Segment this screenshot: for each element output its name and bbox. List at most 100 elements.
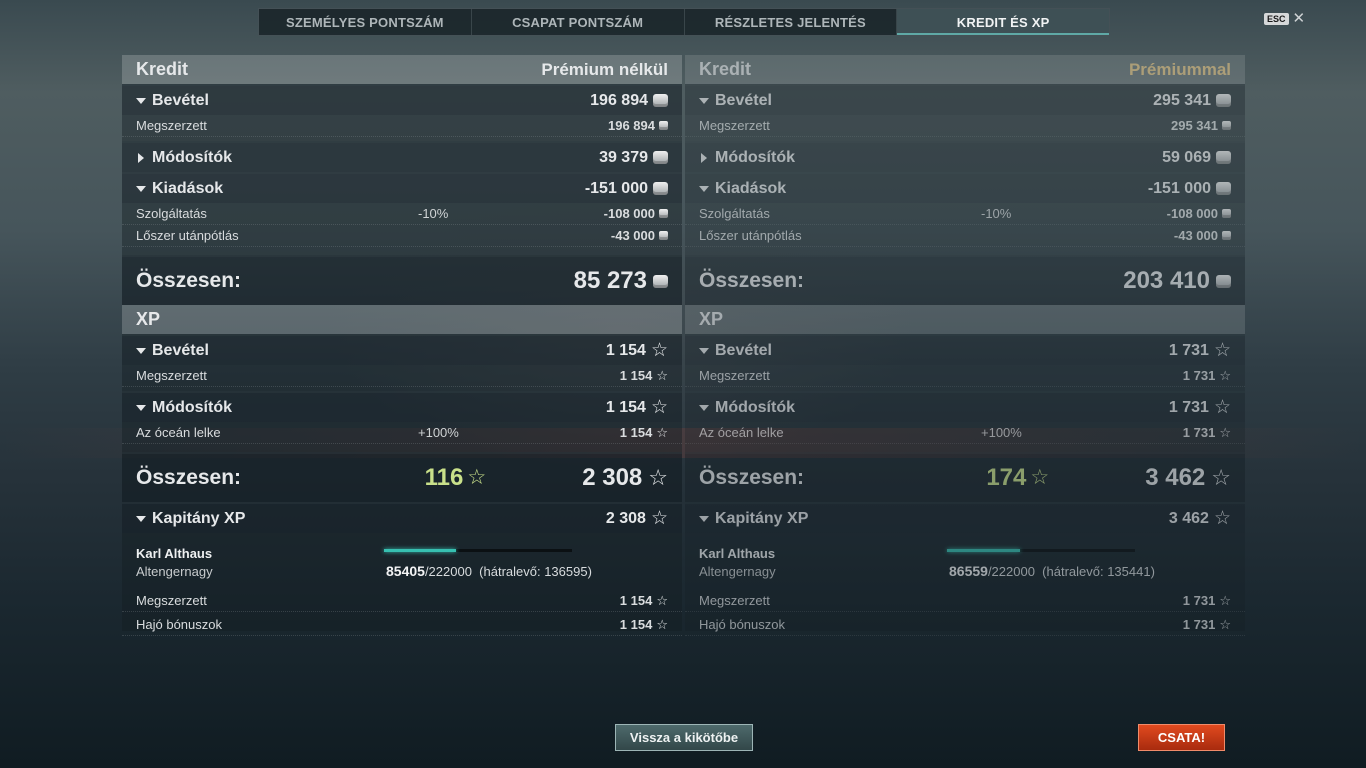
ammo-row: Lőszer utánpótlás -43 000 [685, 225, 1245, 247]
section-value: 196 894 [590, 91, 648, 109]
collapse-arrow-icon[interactable] [699, 347, 709, 354]
xp-star-icon: ☆ [656, 424, 668, 440]
xp-header: XP [685, 305, 1245, 334]
credit-modifiers-section[interactable]: Módosítók 59 069 [685, 141, 1245, 172]
captain-progress-bar [947, 549, 1135, 552]
collapse-arrow-icon[interactable] [699, 515, 709, 522]
total-value: 203 410 [1123, 267, 1210, 294]
xp-star-icon: ☆ [650, 507, 668, 529]
battle-button[interactable]: CSATA! [1138, 724, 1225, 751]
tab-bar: SZEMÉLYES PONTSZÁM CSAPAT PONTSZÁM RÉSZL… [258, 8, 1110, 36]
esc-key-icon: ESC [1264, 13, 1289, 25]
total-label: Összesen: [699, 466, 805, 489]
captain-earned-row: Megszerzett 1 731 ☆ [685, 590, 1245, 612]
xp-income-section[interactable]: Bevétel 1 154 ☆ [122, 334, 682, 365]
ocean-soul-row: Az óceán lelke +100% 1 154 ☆ [122, 422, 682, 444]
xp-star-icon: ☆ [1219, 616, 1231, 632]
section-value: 39 379 [599, 148, 648, 166]
section-label: Módosítók [152, 398, 232, 416]
row-value: 1 154 [619, 425, 653, 440]
collapse-arrow-icon[interactable] [699, 185, 709, 192]
row-value: -43 000 [610, 228, 655, 243]
credit-title: Kredit [699, 59, 752, 79]
row-percent: +100% [418, 425, 459, 440]
section-label: Módosítók [715, 148, 795, 166]
tab-personal-score[interactable]: SZEMÉLYES PONTSZÁM [259, 9, 472, 35]
credit-coin-icon [653, 94, 668, 107]
xp-total-row: Összesen: 174 ☆ 3 462 ☆ [685, 452, 1245, 502]
captain-progress-text: 86559/222000 (hátralevő: 135441) [949, 563, 1155, 579]
credit-income-section[interactable]: Bevétel 196 894 [122, 84, 682, 115]
xp-title: XP [699, 309, 724, 329]
total-label: Összesen: [699, 269, 805, 292]
without-premium-panel: Kredit Prémium nélkül Bevétel 196 894 Me… [122, 55, 682, 636]
service-row: Szolgáltatás -10% -108 000 [685, 203, 1245, 225]
xp-header: XP [122, 305, 682, 334]
collapse-arrow-icon[interactable] [136, 515, 146, 522]
free-xp-value: 116 [424, 464, 464, 491]
credit-coin-icon [1216, 94, 1231, 107]
collapse-arrow-icon[interactable] [136, 347, 146, 354]
row-value: 1 154 [619, 617, 653, 632]
total-label: Összesen: [136, 466, 242, 489]
row-label: Lőszer utánpótlás [699, 228, 802, 243]
credit-total-row: Összesen: 85 273 [122, 255, 682, 305]
row-value: 1 731 [1182, 368, 1216, 383]
section-label: Bevétel [715, 341, 772, 359]
captain-target-xp: /222000 [424, 564, 472, 579]
section-label: Módosítók [152, 148, 232, 166]
captain-progress-text: 85405/222000 (hátralevő: 136595) [386, 563, 592, 579]
back-to-port-button[interactable]: Vissza a kikötőbe [615, 724, 753, 751]
section-value: 1 731 [1168, 341, 1209, 359]
credit-coin-icon [653, 274, 668, 288]
section-value: 2 308 [605, 509, 646, 527]
captain-progress-bar [384, 549, 572, 552]
total-label: Összesen: [136, 269, 242, 292]
row-label: Hajó bónuszok [699, 617, 785, 632]
row-label: Szolgáltatás [136, 206, 207, 221]
ship-bonus-row: Hajó bónuszok 1 731 ☆ [685, 614, 1245, 636]
expand-arrow-icon[interactable] [701, 152, 707, 163]
credit-modifiers-section[interactable]: Módosítók 39 379 [122, 141, 682, 172]
section-value: 1 154 [605, 398, 646, 416]
captain-earned-row: Megszerzett 1 154 ☆ [122, 590, 682, 612]
xp-star-icon: ☆ [648, 465, 668, 490]
row-label: Az óceán lelke [136, 425, 221, 440]
credit-header: Kredit Prémiummal [685, 55, 1245, 84]
collapse-arrow-icon[interactable] [136, 185, 146, 192]
credit-income-section[interactable]: Bevétel 295 341 [685, 84, 1245, 115]
captain-progress-fill [947, 549, 1021, 552]
row-value: 1 154 [619, 368, 653, 383]
collapse-arrow-icon[interactable] [136, 97, 146, 104]
xp-star-icon: ☆ [656, 592, 668, 608]
section-value: 3 462 [1168, 509, 1209, 527]
xp-star-icon: ☆ [1211, 465, 1231, 490]
close-icon[interactable]: ✕ [1293, 11, 1306, 26]
credit-expenses-section[interactable]: Kiadások -151 000 [685, 172, 1245, 203]
tab-credits-xp[interactable]: KREDIT ÉS XP [897, 9, 1109, 35]
xp-income-section[interactable]: Bevétel 1 731 ☆ [685, 334, 1245, 365]
xp-earned-row: Megszerzett 1 154 ☆ [122, 365, 682, 387]
tab-detailed-report[interactable]: RÉSZLETES JELENTÉS [685, 9, 898, 35]
ship-bonus-row: Hajó bónuszok 1 154 ☆ [122, 614, 682, 636]
ammo-row: Lőszer utánpótlás -43 000 [122, 225, 682, 247]
section-label: Bevétel [715, 91, 772, 109]
credit-expenses-section[interactable]: Kiadások -151 000 [122, 172, 682, 203]
row-label: Az óceán lelke [699, 425, 784, 440]
xp-star-icon: ☆ [1213, 339, 1231, 361]
collapse-arrow-icon[interactable] [699, 97, 709, 104]
xp-modifiers-section[interactable]: Módosítók 1 154 ☆ [122, 391, 682, 422]
xp-star-icon: ☆ [656, 367, 668, 383]
credit-coin-icon [1222, 209, 1231, 218]
xp-star-icon: ☆ [1213, 396, 1231, 418]
xp-modifiers-section[interactable]: Módosítók 1 731 ☆ [685, 391, 1245, 422]
collapse-arrow-icon[interactable] [699, 404, 709, 411]
section-label: Kapitány XP [715, 509, 809, 527]
captain-xp-section[interactable]: Kapitány XP 2 308 ☆ [122, 502, 682, 533]
tab-team-score[interactable]: CSAPAT PONTSZÁM [472, 9, 685, 35]
collapse-arrow-icon[interactable] [136, 404, 146, 411]
close-control[interactable]: ESC ✕ [1264, 11, 1306, 26]
row-percent: -10% [418, 206, 449, 221]
expand-arrow-icon[interactable] [138, 152, 144, 163]
captain-xp-section[interactable]: Kapitány XP 3 462 ☆ [685, 502, 1245, 533]
